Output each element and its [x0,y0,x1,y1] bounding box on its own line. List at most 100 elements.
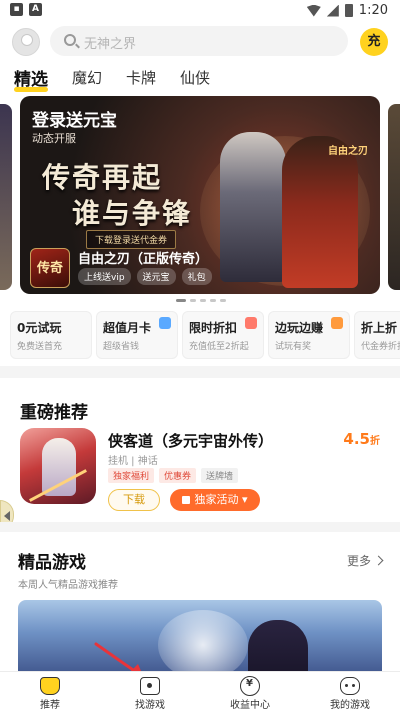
feature-card-extra-discount[interactable]: 折上折 代金券折扣 [354,311,400,359]
bottom-navigation: 推荐 找游戏 收益中心 我的游戏 [0,671,400,711]
feature-subtitle: 充值低至2折起 [189,342,249,352]
game-meta: 挂机 | 神话 [108,456,158,467]
feature-card-discount[interactable]: 限时折扣 充值低至2折起 [182,311,264,359]
feature-cards: 0元试玩 免费送首充 超值月卡 超级省钱 限时折扣 充值低至2折起 边玩边赚 试… [0,311,400,359]
banner-hero-heroine [282,136,358,288]
feature-title: 折上折 [361,321,398,335]
gift-icon [182,496,191,504]
carousel-dots [176,299,226,302]
feature-title: 限时折扣 [189,321,238,335]
banner-chip: 礼包 [181,268,212,285]
home-icon [40,677,60,695]
game-name[interactable]: 侠客道（多元宇宙外传） [108,430,273,451]
nav-label: 推荐 [40,700,60,711]
banner-carousel: 登录送元宝 动态开服 传奇再起 谁与争锋 下载登录送代金券 自由之刃 传奇 自由… [0,96,400,298]
banner-chip: 送元宝 [136,268,176,285]
banner-title: 登录送元宝 [32,111,117,131]
feature-subtitle: 超级省钱 [103,342,140,352]
wifi-icon [306,4,321,17]
carousel-dot [190,299,196,302]
card-icon [159,317,171,329]
section-divider [0,522,400,532]
activity-label: 独家活动 [194,493,239,506]
game-app-icon[interactable] [20,428,96,504]
top-header: 无神之界 充 [0,22,400,60]
nav-earnings[interactable]: 收益中心 [200,672,300,711]
battery-icon [344,4,353,17]
status-left-icons: ▪ A [10,3,42,16]
charge-button[interactable]: 充 [360,28,388,56]
featured-section: 重磅推荐 侠客道（多元宇宙外传） 挂机 | 神话 独家福利 优惠券 送牌墙 4.… [8,380,392,511]
banner-subtitle: 动态开服 [32,132,76,145]
tab-xianxia[interactable]: 仙侠 [180,67,210,88]
discount-badge: 4.5折 [343,430,380,448]
banner-card[interactable]: 登录送元宝 动态开服 传奇再起 谁与争锋 下载登录送代金券 自由之刃 传奇 自由… [20,96,380,294]
section-title: 重磅推荐 [20,403,88,423]
search-input[interactable]: 无神之界 [50,26,348,56]
game-tag: 送牌墙 [201,468,239,483]
feature-card-earn[interactable]: 边玩边赚 试玩有奖 [268,311,350,359]
game-tag: 独家福利 [108,468,155,483]
calligraphy-line-1: 传奇再起 [42,161,163,194]
gift-icon [331,317,343,329]
tab-cards[interactable]: 卡牌 [126,67,156,88]
carousel-dot [220,299,226,302]
feature-card-free-trial[interactable]: 0元试玩 免费送首充 [10,311,92,359]
find-games-icon [140,677,160,695]
signal-icon [326,4,339,17]
nav-my-games[interactable]: 我的游戏 [300,672,400,711]
feature-subtitle: 免费送首充 [17,342,63,352]
app-icon: A [29,3,42,16]
nav-find-games[interactable]: 找游戏 [100,672,200,711]
feature-subtitle: 代金券折扣 [361,342,400,352]
prev-banner-peek[interactable] [0,104,12,290]
calligraphy-line-2: 谁与争锋 [72,197,193,230]
game-tag: 优惠券 [159,468,197,483]
download-button[interactable]: 下载 [108,489,160,511]
notification-icon: ▪ [10,3,23,16]
category-tabs: 精选 魔幻 卡牌 仙侠 [0,64,400,94]
banner-chips: 上线送vip 送元宝 礼包 [78,268,212,285]
earnings-icon [240,676,260,696]
tab-fantasy[interactable]: 魔幻 [72,67,102,88]
section-subtitle: 本周人气精品游戏推荐 [18,580,118,591]
next-banner-peek[interactable] [388,104,400,290]
banner-seal: 自由之刃 [328,146,368,157]
discount-value: 4.5 [343,430,370,448]
search-icon [64,34,76,46]
carousel-dot-active [176,299,186,302]
nav-label: 我的游戏 [330,700,370,711]
feature-card-monthly[interactable]: 超值月卡 超级省钱 [96,311,178,359]
my-games-icon [340,677,360,695]
feature-title: 超值月卡 [103,321,152,335]
carousel-dot [210,299,216,302]
banner-hero-warrior [220,132,286,282]
quality-game-banner[interactable] [18,600,382,680]
search-placeholder: 无神之界 [84,37,137,52]
carousel-dot [200,299,206,302]
game-tags: 独家福利 优惠券 送牌墙 [108,468,239,483]
active-tab-indicator [14,87,48,92]
feature-title: 边玩边赚 [275,321,324,335]
nav-label: 找游戏 [135,700,165,711]
banner-game-name: 自由之刃（正版传奇） [78,252,209,267]
feature-title: 0元试玩 [17,321,62,335]
status-time: 1:20 [358,3,388,18]
more-link[interactable]: 更多 [347,552,382,569]
banner-calligraphy: 传奇再起 谁与争锋 [42,160,212,232]
nav-label: 收益中心 [230,700,270,711]
feature-subtitle: 试玩有奖 [275,342,312,352]
section-title: 精品游戏 [18,553,86,573]
banner-chip: 上线送vip [78,268,131,285]
avatar[interactable] [12,28,40,56]
status-bar: ▪ A 1:20 [0,0,400,22]
exclusive-activity-button[interactable]: 独家活动 ▾ [170,489,260,511]
discount-icon [245,317,257,329]
status-right: 1:20 [306,3,388,18]
quality-games-section: 精品游戏 本周人气精品游戏推荐 更多 [0,532,400,680]
banner-promo-strip: 下载登录送代金券 [86,230,177,249]
banner-game-logo: 传奇 [30,248,70,288]
discount-unit: 折 [370,436,380,447]
section-divider [0,366,400,378]
nav-recommend[interactable]: 推荐 [0,672,100,711]
